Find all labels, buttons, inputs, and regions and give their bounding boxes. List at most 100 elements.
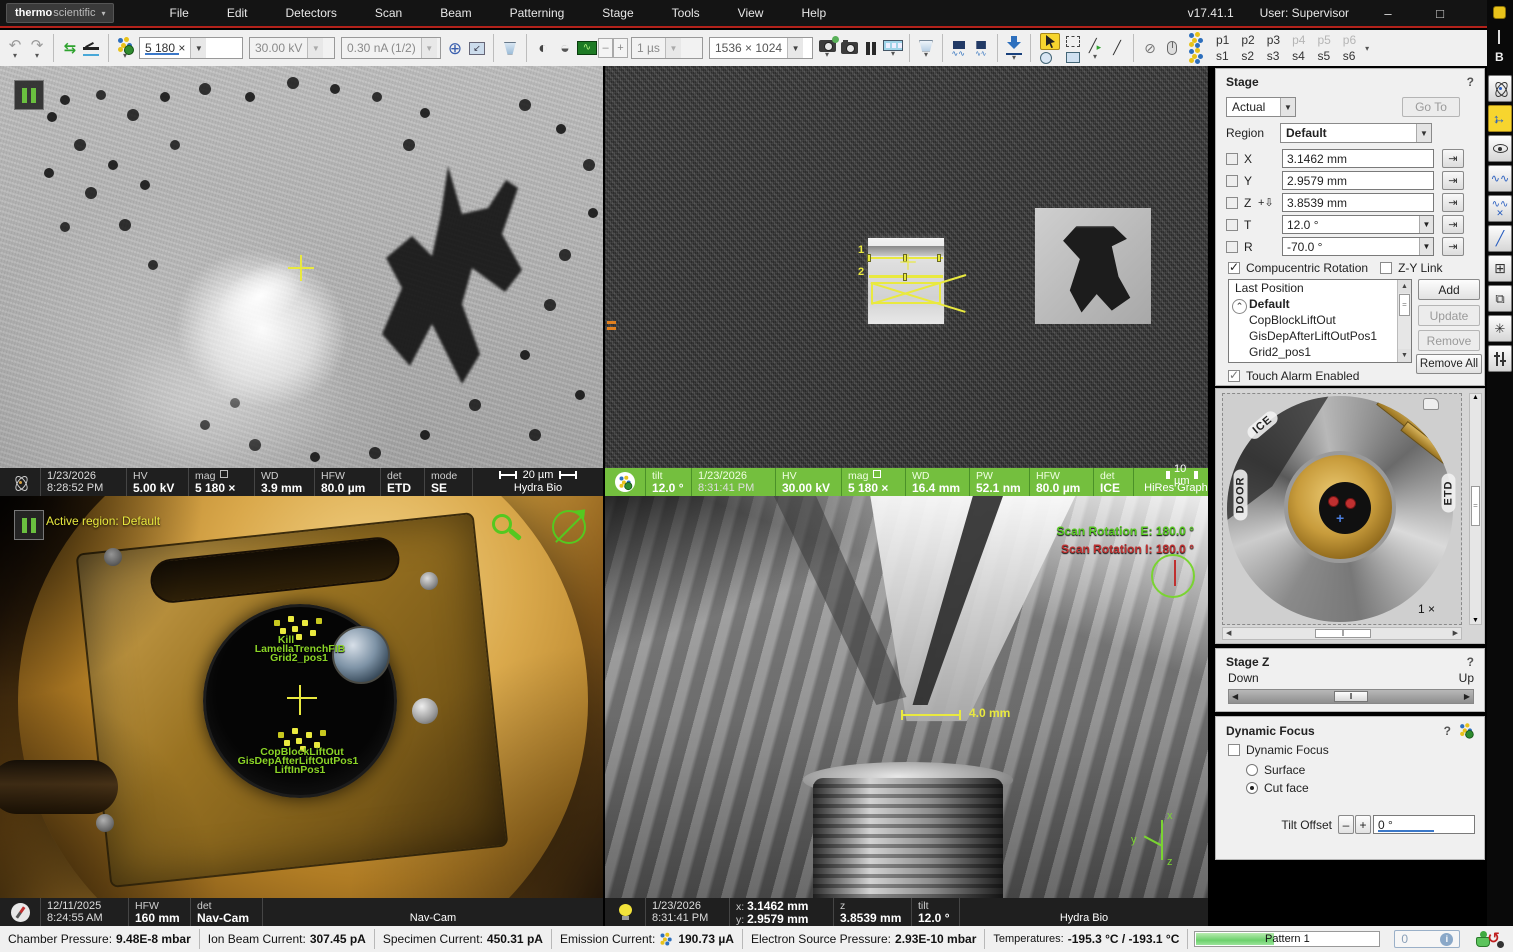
x-checkbox[interactable] bbox=[1226, 153, 1238, 165]
remove-all-button[interactable]: Remove All bbox=[1416, 354, 1482, 374]
help-icon[interactable]: ? bbox=[1467, 75, 1474, 89]
beam-switch-button[interactable]: ⇆ bbox=[59, 34, 81, 62]
position-markers-top[interactable] bbox=[292, 626, 298, 632]
scroll-down-icon[interactable]: ▼ bbox=[1398, 349, 1411, 362]
stage-mode-select[interactable]: Actual ▼ bbox=[1226, 97, 1296, 117]
mag-couple-checkbox[interactable] bbox=[873, 470, 881, 478]
scroll-up-icon[interactable]: ▲ bbox=[1398, 280, 1411, 293]
menu-edit[interactable]: Edit bbox=[227, 6, 248, 20]
dwell-plus-button[interactable]: + bbox=[613, 38, 628, 58]
menu-stage[interactable]: Stage bbox=[602, 6, 633, 20]
cross-section-tab[interactable]: ∿∿✕ bbox=[1488, 195, 1512, 222]
z-field[interactable]: 3.8539 mm bbox=[1282, 193, 1434, 212]
scroll-left-icon[interactable]: ◀ bbox=[1226, 629, 1231, 639]
compucentric-rotation-icon[interactable] bbox=[552, 510, 586, 544]
menu-file[interactable]: File bbox=[169, 6, 188, 20]
minimize-button[interactable]: – bbox=[1375, 6, 1401, 21]
wafer-map-button[interactable] bbox=[499, 34, 521, 62]
settings-tab[interactable] bbox=[1488, 345, 1512, 372]
measure-tool-button[interactable]: ╱▸ ▾ bbox=[1084, 34, 1106, 62]
goto-button[interactable]: Go To bbox=[1402, 97, 1460, 117]
t-field[interactable]: 12.0 ° ▼ bbox=[1282, 215, 1434, 234]
dynamic-focus-checkbox[interactable] bbox=[1228, 744, 1240, 756]
menu-view[interactable]: View bbox=[738, 6, 764, 20]
rect-tool-button[interactable] bbox=[1066, 52, 1080, 63]
quad3-image[interactable]: Active region: Default Kill LamellaTrenc… bbox=[0, 496, 603, 898]
beam-control-tab[interactable] bbox=[1488, 75, 1512, 102]
movie-button[interactable]: ▾ bbox=[882, 34, 904, 62]
dwell-time-combo[interactable]: 1 µs ▼ bbox=[631, 37, 703, 59]
chevron-down-icon[interactable]: ▼ bbox=[1419, 216, 1433, 233]
x-pin-button[interactable]: ⇥ bbox=[1442, 149, 1464, 168]
magnification-combo[interactable]: 5 180 × ▼ bbox=[139, 37, 243, 59]
help-icon[interactable]: ? bbox=[1467, 655, 1474, 669]
refresh-e-button[interactable]: ↺ bbox=[1487, 931, 1500, 947]
info-icon[interactable]: i bbox=[1440, 933, 1453, 946]
selection-rect-tool-button[interactable] bbox=[1066, 36, 1080, 47]
r-field[interactable]: -70.0 ° ▼ bbox=[1282, 237, 1434, 256]
snapshot-button[interactable] bbox=[838, 34, 860, 62]
region-select[interactable]: Default ▼ bbox=[1280, 123, 1432, 143]
circle-tool-button[interactable] bbox=[1040, 52, 1052, 64]
preset-s2[interactable]: s2 bbox=[1241, 49, 1254, 63]
pause-acquisition-button[interactable] bbox=[860, 34, 882, 62]
camera-hscrollbar[interactable]: ◀ ‖ ▶ bbox=[1222, 627, 1462, 640]
zoom-magnifier-icon[interactable] bbox=[492, 514, 512, 534]
preset-p5[interactable]: p5 bbox=[1317, 33, 1330, 47]
cut-face-radio[interactable] bbox=[1246, 782, 1258, 794]
cursor-tool-button[interactable] bbox=[1040, 33, 1060, 50]
measurement-line[interactable] bbox=[901, 714, 961, 716]
maximize-button[interactable]: □ bbox=[1427, 6, 1453, 21]
preset-s1[interactable]: s1 bbox=[1216, 49, 1229, 63]
y-pin-button[interactable]: ⇥ bbox=[1442, 171, 1464, 190]
remove-position-button[interactable]: Remove bbox=[1418, 330, 1480, 351]
menu-help[interactable]: Help bbox=[801, 6, 826, 20]
preset-s3[interactable]: s3 bbox=[1267, 49, 1280, 63]
beam-shift-reset-button[interactable]: ⊕ bbox=[444, 34, 466, 62]
t-checkbox[interactable] bbox=[1226, 219, 1238, 231]
redo-button[interactable]: ↷▾ bbox=[26, 34, 48, 62]
add-position-button[interactable]: Add bbox=[1418, 279, 1480, 300]
menu-beam[interactable]: Beam bbox=[440, 6, 471, 20]
undo-button[interactable]: ↶▾ bbox=[4, 34, 26, 62]
preset-expand-button[interactable]: ▾ bbox=[1356, 34, 1378, 62]
pan-hand-icon[interactable] bbox=[1423, 398, 1439, 410]
position-list[interactable]: Last Position Default CopBlockLiftOut Gi… bbox=[1228, 279, 1412, 363]
exclusion-pattern-box[interactable] bbox=[871, 282, 941, 304]
needle-tab[interactable]: ╱ bbox=[1488, 225, 1512, 252]
compucentric-checkbox[interactable] bbox=[1228, 262, 1240, 274]
tilt-offset-field[interactable]: 0 ° bbox=[1373, 815, 1475, 834]
position-markers-bottom[interactable] bbox=[296, 738, 302, 744]
sample-cleaning-button[interactable]: ▾ bbox=[915, 34, 937, 62]
update-position-button[interactable]: Update bbox=[1418, 305, 1480, 326]
z-checkbox[interactable] bbox=[1226, 197, 1238, 209]
r-pin-button[interactable]: ⇥ bbox=[1442, 237, 1464, 256]
preset-p1[interactable]: p1 bbox=[1216, 33, 1229, 47]
preset-p6[interactable]: p6 bbox=[1343, 33, 1356, 47]
brand-menu[interactable]: thermo scientific ▾ bbox=[6, 3, 114, 23]
position-item-default[interactable]: Default bbox=[1229, 296, 1411, 312]
resolution-combo[interactable]: 1536 × 1024 ▼ bbox=[709, 37, 813, 59]
stage-z-slider-handle[interactable]: ‖ bbox=[1334, 691, 1368, 702]
chamber-camera-view[interactable]: + ICE DOOR ETD 1 × bbox=[1222, 393, 1462, 625]
z-pin-button[interactable]: ⇥ bbox=[1442, 193, 1464, 212]
quad2-image[interactable]: 1 2 bbox=[605, 66, 1208, 468]
menu-tools[interactable]: Tools bbox=[672, 6, 700, 20]
workflow-tab[interactable]: ⧉ bbox=[1488, 285, 1512, 312]
snapshot-single-button[interactable] bbox=[970, 34, 992, 62]
mouse-control-button[interactable] bbox=[1161, 34, 1183, 62]
tilt-minus-button[interactable]: – bbox=[1338, 815, 1354, 834]
snapshot-all-button[interactable] bbox=[948, 34, 970, 62]
chevron-down-icon[interactable]: ▼ bbox=[1419, 238, 1433, 255]
position-item[interactable]: GisDepAfterLiftOutPos1 bbox=[1229, 328, 1411, 344]
help-icon[interactable]: ? bbox=[1444, 724, 1451, 738]
cryo-tab[interactable]: ✳ bbox=[1488, 315, 1512, 342]
stage-z-slider[interactable]: ◀ ‖ ▶ bbox=[1228, 689, 1474, 704]
quad1-image[interactable] bbox=[0, 66, 603, 468]
slider-left-icon[interactable]: ◀ bbox=[1232, 691, 1238, 703]
milling-tab[interactable]: ∿∿ bbox=[1488, 165, 1512, 192]
videoscope-button[interactable]: ∿ bbox=[576, 34, 598, 62]
alignment-tab[interactable]: ⊞ bbox=[1488, 255, 1512, 282]
preset-p3[interactable]: p3 bbox=[1267, 33, 1280, 47]
edge-warning-icon[interactable] bbox=[1493, 6, 1506, 19]
